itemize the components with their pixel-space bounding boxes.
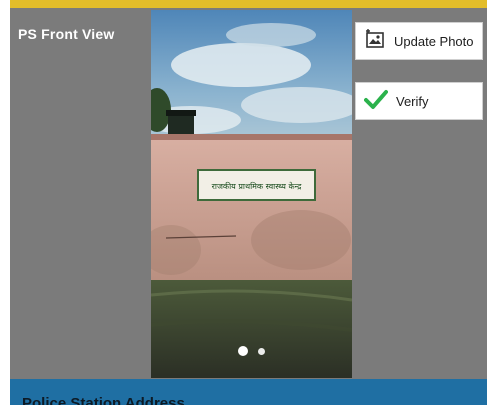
carousel-indicator <box>151 346 352 356</box>
photo-viewer-card: PS Front View राजकीय प्राथमिक स्वास्थ्य … <box>10 0 487 405</box>
signboard-text: राजकीय प्राथमिक स्वास्थ्य केन्द्र <box>212 181 302 191</box>
address-section-label: Police Station Address <box>22 395 185 405</box>
address-bar: Police Station Address <box>10 379 487 405</box>
section-title: PS Front View <box>18 26 115 42</box>
carousel-dot-2[interactable] <box>258 347 265 355</box>
update-photo-button[interactable]: Update Photo <box>355 22 483 60</box>
carousel-dot-1[interactable] <box>238 346 248 356</box>
verify-label: Verify <box>396 93 429 109</box>
check-icon <box>364 88 388 115</box>
station-photo-image: राजकीय प्राथमिक स्वास्थ्य केन्द्र <box>151 10 352 378</box>
update-photo-label: Update Photo <box>394 33 474 49</box>
verify-button[interactable]: Verify <box>355 82 483 120</box>
image-upload-icon <box>364 28 386 55</box>
station-photo[interactable]: राजकीय प्राथमिक स्वास्थ्य केन्द्र <box>151 10 352 378</box>
top-accent-bar <box>10 0 487 8</box>
